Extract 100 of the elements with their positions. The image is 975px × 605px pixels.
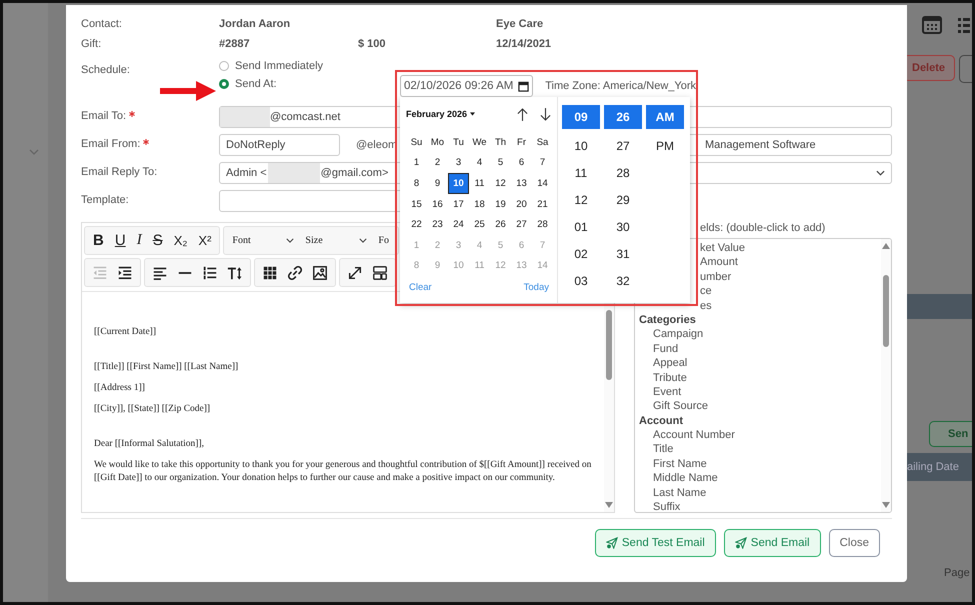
calendar-day[interactable]: 19: [490, 194, 511, 214]
minute-option[interactable]: 27: [604, 132, 642, 159]
list-icon[interactable]: [958, 15, 970, 35]
minute-option[interactable]: 26: [604, 105, 642, 129]
hour-option[interactable]: 12: [562, 186, 600, 213]
calendar-day[interactable]: 4: [469, 152, 490, 174]
minute-option[interactable]: 29: [604, 186, 642, 213]
dropdown[interactable]: Fo: [373, 228, 396, 252]
field-value: @gmail.com>: [320, 167, 388, 179]
field-item[interactable]: Campaign: [639, 327, 881, 342]
minute-option[interactable]: 28: [604, 159, 642, 186]
hour-option[interactable]: 09: [562, 105, 600, 129]
hour-option[interactable]: 10: [562, 132, 600, 159]
field-item[interactable]: Middle Name: [639, 471, 881, 486]
arrow-down-icon[interactable]: [540, 108, 551, 120]
arrow-up-icon[interactable]: [517, 108, 528, 120]
month-dropdown[interactable]: February 2026: [406, 109, 476, 119]
calendar-day[interactable]: 23: [427, 214, 448, 235]
action-button[interactable]: Send Test Email: [594, 529, 716, 557]
field-item[interactable]: Title: [639, 442, 881, 457]
chevron-down-icon: [286, 238, 294, 243]
pager-label: Page: [944, 567, 970, 579]
field-item[interactable]: Account Number: [639, 428, 881, 442]
calendar-day[interactable]: 11: [469, 173, 490, 194]
calendar-day[interactable]: 28: [532, 214, 553, 235]
period-option[interactable]: PM: [646, 132, 684, 159]
calendar-day[interactable]: 9: [427, 173, 448, 194]
calendar-day[interactable]: 15: [406, 194, 427, 214]
field-item[interactable]: Tribute: [639, 370, 881, 385]
calendar-day[interactable]: 1: [406, 152, 427, 174]
bold-button[interactable]: B: [88, 228, 109, 252]
calendar-day[interactable]: 7: [532, 152, 553, 174]
calendar-day[interactable]: 21: [532, 194, 553, 214]
weekday-label: Tu: [452, 136, 465, 150]
field-item[interactable]: First Name: [639, 456, 881, 472]
align-left-icon[interactable]: [152, 264, 168, 280]
calendar-day[interactable]: 18: [469, 194, 490, 214]
text-size-icon[interactable]: [227, 264, 243, 280]
hour-option[interactable]: 11: [562, 159, 600, 186]
strike-button[interactable]: S: [148, 228, 168, 252]
minute-option[interactable]: 30: [604, 213, 642, 240]
dropdown[interactable]: Font: [227, 228, 300, 252]
text-paragraph: Dear [[Informal Salutation]],: [94, 438, 205, 451]
calendar-day[interactable]: 20: [511, 194, 532, 214]
numbered-list-icon[interactable]: [202, 264, 218, 280]
calendar-day[interactable]: 13: [511, 173, 532, 194]
underline-button[interactable]: U: [110, 228, 131, 252]
calendar-day[interactable]: 2: [427, 152, 448, 174]
calendar-day[interactable]: 17: [448, 194, 469, 214]
calendar-day[interactable]: 14: [532, 173, 553, 194]
calendar-day[interactable]: 8: [406, 173, 427, 194]
field-group-header: Categories: [639, 312, 697, 328]
calendar-day[interactable]: 22: [406, 214, 427, 235]
scroll-thumb[interactable]: [883, 275, 889, 347]
calendar-day[interactable]: 12: [490, 173, 511, 194]
scrollbar[interactable]: [881, 239, 891, 512]
sub-button[interactable]: X₂: [168, 228, 192, 252]
field-item[interactable]: Suffix: [639, 500, 881, 512]
field-group-header: Account: [639, 414, 684, 428]
clear-link[interactable]: Clear: [409, 282, 432, 294]
radio-button[interactable]: [219, 79, 229, 89]
chevron-down-icon: [29, 149, 39, 155]
field-item[interactable]: Appeal: [639, 356, 881, 371]
dropdown[interactable]: Size: [300, 228, 372, 252]
scroll-thumb[interactable]: [606, 310, 612, 380]
layout-icon[interactable]: [372, 264, 388, 280]
calendar-day[interactable]: 10: [448, 173, 469, 194]
calendar-day[interactable]: 6: [511, 152, 532, 174]
calendar-day[interactable]: 26: [490, 214, 511, 235]
field-value: @comcast.net: [270, 111, 340, 123]
field-item[interactable]: Event: [639, 384, 881, 400]
sup-button[interactable]: X²: [193, 228, 216, 252]
calendar-day[interactable]: 5: [490, 152, 511, 174]
field-item[interactable]: Last Name: [639, 486, 881, 500]
calendar-day[interactable]: 25: [469, 214, 490, 235]
field-item[interactable]: Gift Source: [639, 399, 881, 414]
action-button[interactable]: Send Email: [724, 529, 821, 557]
field-item[interactable]: Fund: [639, 342, 881, 356]
indent-icon[interactable]: [117, 264, 133, 280]
expand-icon[interactable]: [347, 264, 363, 280]
date-time-field[interactable]: 02/10/2026 09:26 AM: [400, 75, 534, 97]
minute-option[interactable]: 32: [604, 267, 642, 294]
italic-button[interactable]: I: [132, 228, 147, 252]
calendar-day[interactable]: 24: [448, 214, 469, 235]
table-icon[interactable]: [262, 264, 278, 280]
image-icon[interactable]: [312, 264, 328, 280]
minute-option[interactable]: 31: [604, 240, 642, 267]
action-button[interactable]: Close: [828, 529, 880, 557]
period-option[interactable]: AM: [646, 105, 684, 129]
hour-option[interactable]: 02: [562, 240, 600, 267]
calendar-day[interactable]: 27: [511, 214, 532, 235]
link-icon[interactable]: [287, 264, 303, 280]
calendar-day[interactable]: 3: [448, 152, 469, 174]
hour-option[interactable]: 01: [562, 213, 600, 240]
caret-down-icon: [470, 112, 476, 116]
hour-option[interactable]: 03: [562, 267, 600, 294]
sender-name-field[interactable]: DoNotReply: [219, 134, 340, 156]
radio-button[interactable]: [219, 61, 229, 71]
calendar-icon[interactable]: [518, 80, 530, 92]
calendar-day[interactable]: 16: [427, 194, 448, 214]
